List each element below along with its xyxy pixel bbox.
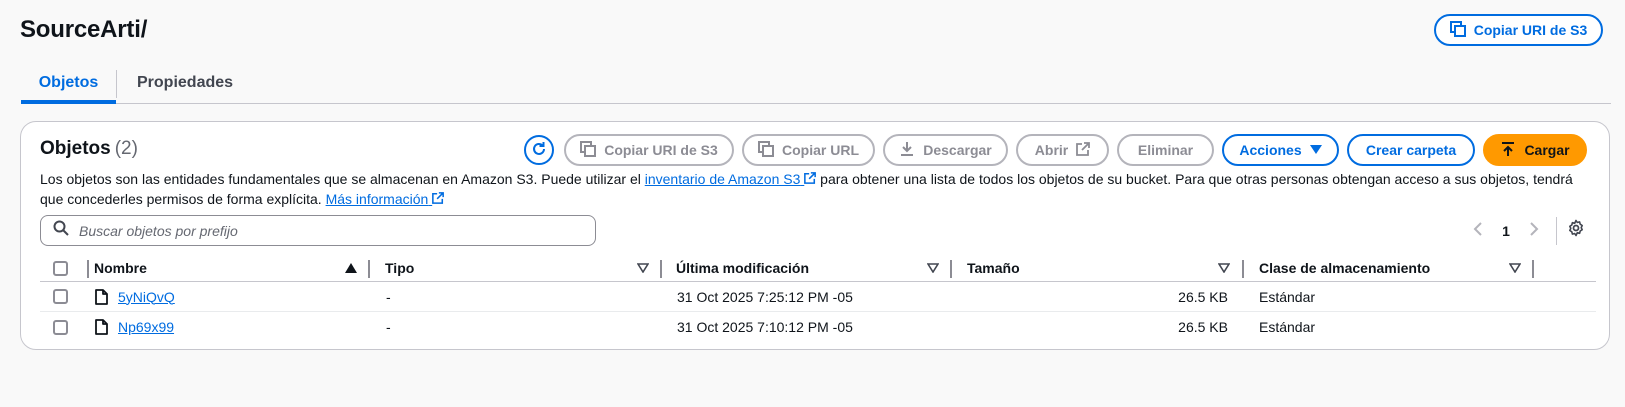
pager-divider	[1556, 216, 1557, 245]
upload-label: Cargar	[1524, 142, 1570, 158]
description-text-1: Los objetos son las entidades fundamenta…	[40, 171, 641, 187]
object-storage-class: Estándar	[1259, 288, 1316, 305]
pagination: 1	[1464, 215, 1585, 246]
search-icon	[53, 220, 69, 241]
tab-bar: Objetos Propiedades	[21, 66, 1611, 104]
row-checkbox[interactable]	[53, 319, 68, 335]
copy-icon	[580, 140, 597, 160]
tab-propiedades[interactable]: Propiedades	[137, 66, 233, 104]
tab-objetos[interactable]: Objetos	[21, 66, 116, 104]
object-name-link[interactable]: 5yNiQvQ	[118, 289, 175, 305]
copy-s3-uri-button[interactable]: Copiar URI de S3	[564, 134, 734, 166]
settings-icon[interactable]	[1567, 219, 1585, 242]
create-folder-label: Crear carpeta	[1365, 142, 1457, 158]
copy-url-label: Copiar URL	[782, 142, 859, 158]
object-storage-class: Estándar	[1259, 319, 1316, 335]
search-field	[40, 215, 596, 246]
object-size: 26.5 KB	[1178, 319, 1228, 335]
column-divider	[1532, 260, 1534, 278]
copy-icon	[758, 140, 774, 160]
column-divider	[950, 260, 952, 278]
object-type: -	[386, 319, 391, 335]
table-row[interactable]: Np69x99 - 31 Oct 2025 7:10:12 PM -05 26.…	[40, 312, 1596, 342]
download-button[interactable]: Descargar	[883, 134, 1008, 166]
row-checkbox-cell	[53, 312, 68, 342]
header-copy-s3-uri-label: Copiar URI de S3	[1473, 22, 1588, 38]
column-header-type[interactable]: Tipo	[385, 255, 414, 281]
object-name-link[interactable]: Np69x99	[118, 319, 174, 335]
table-row[interactable]: 5yNiQvQ - 31 Oct 2025 7:25:12 PM -05 26.…	[40, 282, 1596, 312]
chevron-right-icon[interactable]	[1520, 222, 1548, 239]
object-type: -	[386, 288, 391, 305]
tab-divider	[116, 70, 117, 98]
sort-ascending-icon[interactable]	[345, 255, 357, 281]
open-label: Abrir	[1034, 142, 1069, 158]
sort-descending-icon[interactable]	[1218, 255, 1230, 281]
objects-container: Objetos (2) Copiar URI de S3 Copiar URL D…	[20, 121, 1610, 350]
objects-table: Nombre Tipo Última modificación Tamaño C…	[40, 255, 1596, 342]
refresh-button[interactable]	[524, 135, 554, 165]
delete-button[interactable]: Eliminar	[1117, 134, 1214, 166]
column-divider	[660, 260, 662, 278]
learn-more-link[interactable]: Más información	[326, 191, 445, 207]
actions-dropdown-button[interactable]: Acciones	[1222, 134, 1339, 166]
upload-icon	[1500, 141, 1516, 160]
download-icon	[899, 141, 915, 160]
page-title: SourceArti/	[20, 16, 148, 43]
objects-title: Objetos	[40, 138, 111, 159]
column-divider	[1242, 260, 1244, 278]
sort-descending-icon[interactable]	[927, 255, 939, 281]
learn-more-label: Más información	[325, 191, 429, 207]
sort-descending-icon[interactable]	[637, 255, 649, 281]
sort-descending-icon[interactable]	[1509, 255, 1521, 281]
header-copy-s3-uri-button[interactable]: Copiar URI de S3	[1434, 14, 1603, 46]
column-header-modified[interactable]: Última modificación	[676, 255, 809, 281]
upload-button[interactable]: Cargar	[1483, 134, 1587, 166]
objects-heading: Objetos (2)	[40, 138, 138, 160]
delete-label: Eliminar	[1137, 142, 1194, 158]
external-link-icon	[804, 171, 817, 187]
create-folder-button[interactable]: Crear carpeta	[1347, 134, 1475, 166]
tab-propiedades-label: Propiedades	[137, 74, 234, 91]
object-modified: 31 Oct 2025 7:25:12 PM -05	[677, 288, 853, 305]
caret-down-icon	[1309, 142, 1322, 158]
external-link-icon	[432, 191, 445, 207]
actions-label: Acciones	[1239, 142, 1302, 158]
external-link-icon	[1076, 141, 1091, 159]
copy-url-button[interactable]: Copiar URL	[742, 134, 875, 166]
row-checkbox[interactable]	[53, 289, 68, 304]
select-all-checkbox-cell	[53, 255, 68, 281]
file-icon	[95, 312, 108, 342]
objects-toolbar: Copiar URI de S3 Copiar URL Descargar Ab…	[524, 134, 1587, 166]
objects-count: (2)	[114, 138, 138, 159]
copy-s3-uri-label: Copiar URI de S3	[604, 142, 718, 158]
search-input[interactable]	[79, 222, 559, 239]
column-divider	[368, 260, 370, 278]
object-modified: 31 Oct 2025 7:10:12 PM -05	[677, 319, 853, 335]
tab-objetos-label: Objetos	[38, 74, 99, 91]
open-button[interactable]: Abrir	[1016, 134, 1109, 166]
inventory-link[interactable]: inventario de Amazon S3	[645, 171, 817, 187]
file-icon	[95, 282, 108, 311]
row-checkbox-cell	[53, 282, 68, 311]
column-header-size[interactable]: Tamaño	[967, 255, 1020, 281]
column-divider	[87, 260, 89, 278]
inventory-link-label: inventario de Amazon S3	[644, 171, 801, 187]
column-header-storage[interactable]: Clase de almacenamiento	[1259, 255, 1430, 281]
chevron-left-icon[interactable]	[1464, 222, 1492, 239]
select-all-checkbox[interactable]	[53, 260, 68, 276]
page-number[interactable]: 1	[1492, 223, 1520, 239]
table-header-row: Nombre Tipo Última modificación Tamaño C…	[40, 255, 1596, 282]
column-header-name[interactable]: Nombre	[94, 255, 147, 281]
object-size: 26.5 KB	[1178, 288, 1228, 305]
objects-description: Los objetos son las entidades fundamenta…	[40, 169, 1595, 209]
copy-icon	[1449, 20, 1466, 40]
download-label: Descargar	[923, 142, 992, 158]
refresh-icon	[531, 141, 547, 160]
